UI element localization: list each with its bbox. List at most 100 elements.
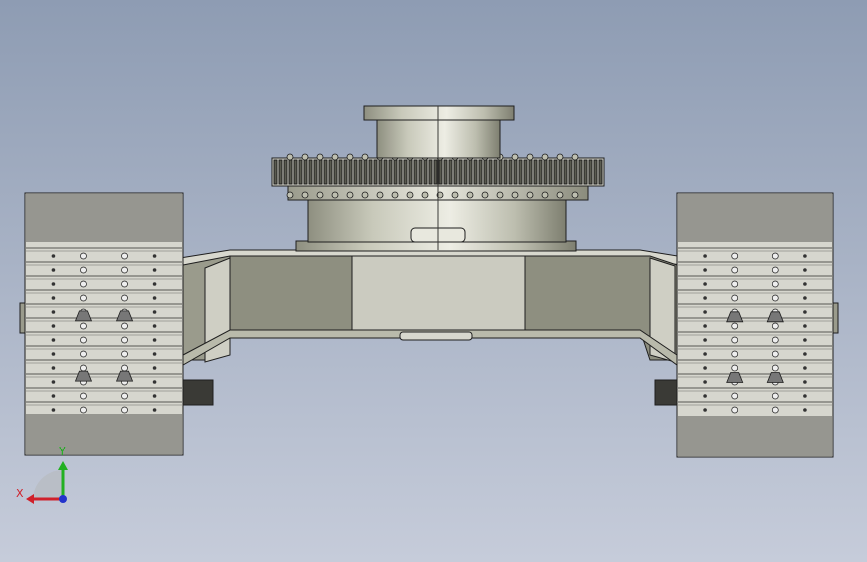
model-graphics-area[interactable]: X Y (0, 0, 867, 562)
gear-tooth (328, 159, 333, 185)
track-pin (771, 364, 779, 372)
track-rivet (803, 324, 807, 328)
flange-bolt (556, 191, 564, 199)
triad-y-label: Y (58, 445, 66, 458)
right-foot (654, 379, 678, 406)
gear-tooth (358, 159, 363, 185)
gear-tooth (443, 159, 448, 185)
gear-tooth (418, 159, 423, 185)
gear-tooth (283, 159, 288, 185)
track-rivet (152, 254, 157, 258)
cad-viewport[interactable]: X Y (0, 0, 867, 562)
gear-tooth (478, 159, 483, 185)
gear-tooth (278, 159, 283, 185)
flange-bolt (466, 191, 474, 199)
track-pin (121, 322, 128, 330)
track-pin (731, 350, 739, 358)
gear-tooth (568, 159, 573, 185)
track-rivet (152, 310, 157, 314)
track-rivet (703, 282, 707, 286)
track-pin (771, 280, 779, 288)
gear-tooth (413, 159, 418, 185)
gear-tooth (578, 159, 583, 185)
flange-bolt (406, 191, 414, 199)
track-rivet (51, 324, 56, 328)
left-crawler-track[interactable] (19, 192, 184, 456)
track-pin (80, 252, 87, 260)
triad-z-origin (59, 495, 67, 503)
track-pin (771, 406, 779, 414)
track-rivet (152, 394, 157, 398)
flange-bolt (286, 191, 294, 199)
gear-tooth (453, 159, 458, 185)
gear-tooth (333, 159, 338, 185)
track-rivet (152, 366, 157, 370)
flange-bolt (331, 191, 339, 199)
track-pin (80, 392, 87, 400)
track-pin (731, 322, 739, 330)
gear-tooth (348, 159, 353, 185)
track-pin (121, 336, 128, 344)
flange-bolt (541, 191, 549, 199)
gear-tooth (303, 159, 308, 185)
track-pin (771, 392, 779, 400)
gear-tooth (473, 159, 478, 185)
track-rivet (803, 394, 807, 398)
gear-tooth (598, 159, 603, 185)
track-rivet (51, 282, 56, 286)
track-pin (121, 280, 128, 288)
track-rivet (803, 296, 807, 300)
track-rivet (703, 408, 707, 412)
gear-bolt (571, 153, 579, 161)
track-pin (121, 350, 128, 358)
gear-tooth (423, 159, 428, 185)
track-pin (121, 266, 128, 274)
track-rivet (152, 352, 157, 356)
gear-bolt (556, 153, 564, 161)
track-rivet (152, 338, 157, 342)
track-pin (771, 336, 779, 344)
track-rivet (703, 352, 707, 356)
track-rivet (803, 380, 807, 384)
track-pin (80, 350, 87, 358)
flange-bolt (526, 191, 534, 199)
frame-left-arm-face (229, 255, 353, 331)
gear-bolt (331, 153, 339, 161)
track-rivet (703, 296, 707, 300)
frame-bottom-slot (399, 331, 473, 341)
gear-tooth (428, 159, 433, 185)
right-crawler-track[interactable] (676, 192, 839, 458)
gear-tooth (543, 159, 548, 185)
track-rivet (803, 366, 807, 370)
track-rivet (51, 310, 56, 314)
gear-tooth (368, 159, 373, 185)
gear-tooth (378, 159, 383, 185)
gear-tooth (373, 159, 378, 185)
flange-bolt (511, 191, 519, 199)
gear-tooth (313, 159, 318, 185)
gear-tooth (593, 159, 598, 185)
track-rivet (51, 366, 56, 370)
track-pin (121, 392, 128, 400)
flange-bolt (451, 191, 459, 199)
track-rivet (803, 338, 807, 342)
track-pin (771, 266, 779, 274)
track-pin (121, 364, 128, 372)
track-rivet (703, 338, 707, 342)
track-pin (731, 336, 739, 344)
gear-tooth (563, 159, 568, 185)
track-rivet (803, 408, 807, 412)
top-flange (363, 105, 515, 121)
gear-tooth (523, 159, 528, 185)
flange-bolt (376, 191, 384, 199)
gear-tooth (383, 159, 388, 185)
gear-tooth (548, 159, 553, 185)
gear-tooth (353, 159, 358, 185)
frame-center-block (351, 255, 526, 332)
track-rivet (703, 268, 707, 272)
gear-bolt (541, 153, 549, 161)
gear-tooth (293, 159, 298, 185)
track-pin (80, 266, 87, 274)
track-side-hub (19, 302, 26, 334)
flange-bolt (301, 191, 309, 199)
